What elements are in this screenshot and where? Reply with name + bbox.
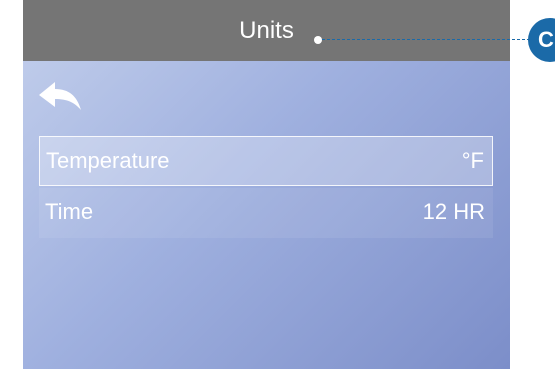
- callout-badge: C: [528, 18, 555, 62]
- callout-leader-line: [322, 39, 530, 40]
- annotation-layer: C: [0, 0, 555, 369]
- callout-anchor-dot: [314, 36, 322, 44]
- page: Units Temperature °F Time 12 HR C: [0, 0, 555, 369]
